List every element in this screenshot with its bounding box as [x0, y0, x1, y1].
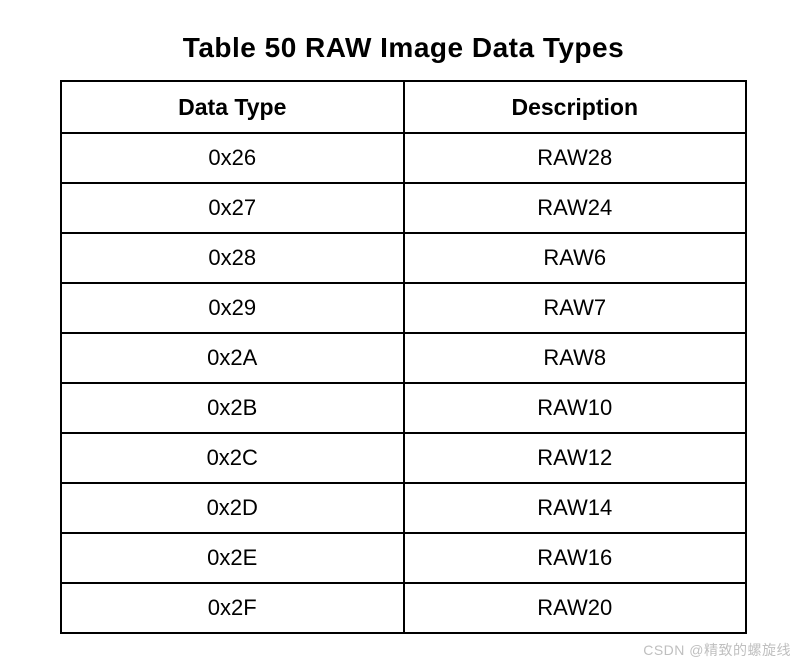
cell-description: RAW20: [404, 583, 747, 633]
cell-data-type: 0x2D: [61, 483, 404, 533]
cell-description: RAW24: [404, 183, 747, 233]
cell-data-type: 0x2E: [61, 533, 404, 583]
cell-description: RAW12: [404, 433, 747, 483]
table-row: 0x2D RAW14: [61, 483, 746, 533]
table-row: 0x2C RAW12: [61, 433, 746, 483]
cell-data-type: 0x2B: [61, 383, 404, 433]
table-title: Table 50 RAW Image Data Types: [60, 32, 747, 64]
watermark-text: CSDN @精致的螺旋线: [643, 640, 791, 660]
cell-data-type: 0x2A: [61, 333, 404, 383]
cell-description: RAW16: [404, 533, 747, 583]
table-row: 0x2B RAW10: [61, 383, 746, 433]
cell-description: RAW10: [404, 383, 747, 433]
cell-data-type: 0x26: [61, 133, 404, 183]
table-row: 0x27 RAW24: [61, 183, 746, 233]
table-row: 0x2E RAW16: [61, 533, 746, 583]
cell-data-type: 0x2C: [61, 433, 404, 483]
cell-description: RAW28: [404, 133, 747, 183]
table-row: 0x2F RAW20: [61, 583, 746, 633]
cell-description: RAW8: [404, 333, 747, 383]
cell-data-type: 0x29: [61, 283, 404, 333]
data-types-table: Data Type Description 0x26 RAW28 0x27 RA…: [60, 80, 747, 634]
cell-description: RAW14: [404, 483, 747, 533]
cell-description: RAW6: [404, 233, 747, 283]
column-header-data-type: Data Type: [61, 81, 404, 133]
table-row: 0x28 RAW6: [61, 233, 746, 283]
cell-data-type: 0x27: [61, 183, 404, 233]
table-header-row: Data Type Description: [61, 81, 746, 133]
table-row: 0x26 RAW28: [61, 133, 746, 183]
cell-description: RAW7: [404, 283, 747, 333]
table-row: 0x2A RAW8: [61, 333, 746, 383]
cell-data-type: 0x2F: [61, 583, 404, 633]
document-container: Table 50 RAW Image Data Types Data Type …: [0, 0, 807, 634]
table-row: 0x29 RAW7: [61, 283, 746, 333]
cell-data-type: 0x28: [61, 233, 404, 283]
column-header-description: Description: [404, 81, 747, 133]
